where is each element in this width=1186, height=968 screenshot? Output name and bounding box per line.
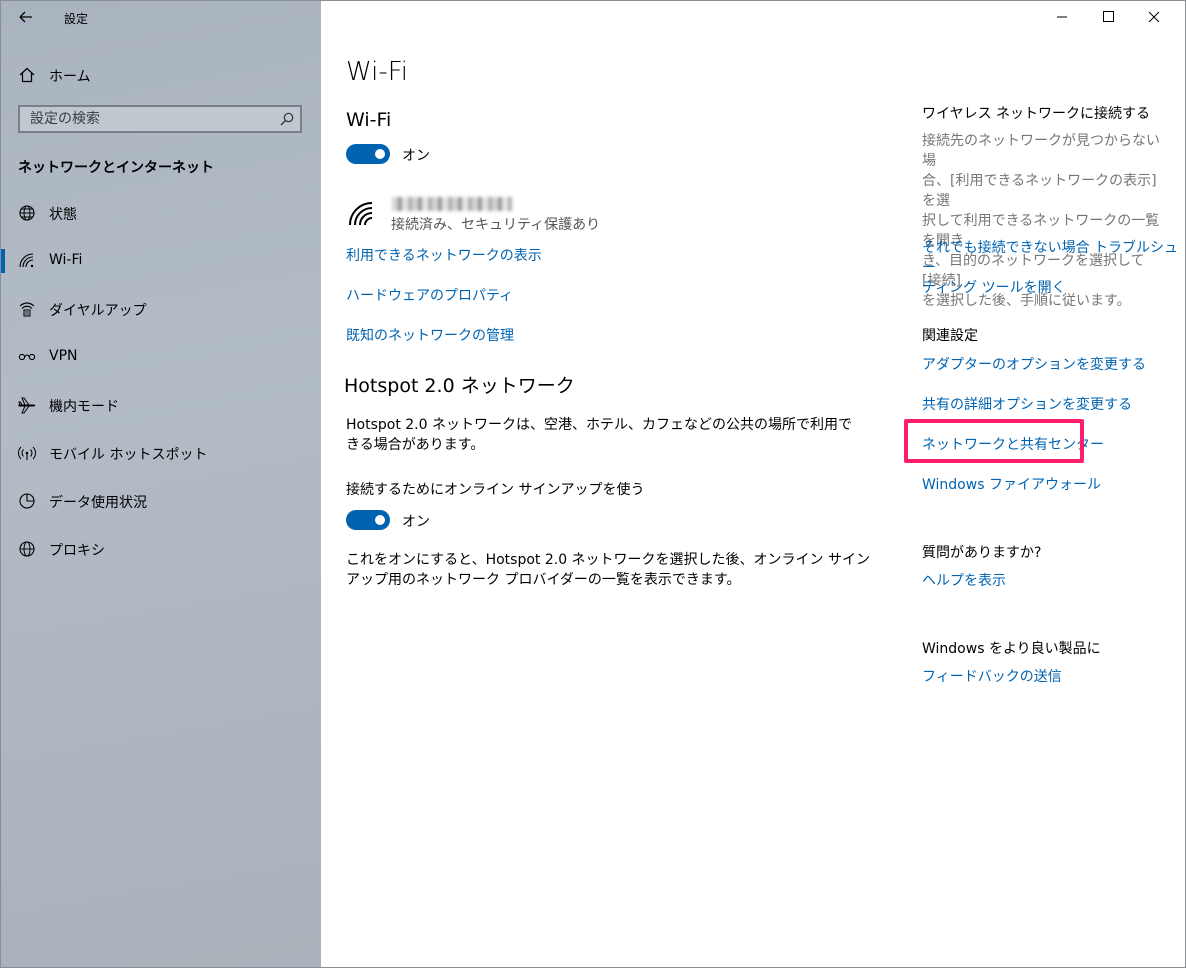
sidebar-item-airplane[interactable]: 機内モード: [1, 385, 321, 425]
back-arrow-icon: [19, 11, 32, 23]
sidebar-item-label: Wi-Fi: [49, 252, 83, 268]
search-icon[interactable]: [279, 111, 295, 127]
home-icon: [19, 67, 35, 83]
home-button[interactable]: ホーム: [1, 61, 321, 89]
search-box: [18, 105, 302, 133]
sidebar-section-title: ネットワークとインターネット: [18, 160, 214, 176]
connect-desc-line: 接続先のネットワークが見つからない場: [922, 133, 1160, 169]
network-name-redacted: [392, 197, 512, 211]
page-title: Wi-Fi: [346, 57, 409, 87]
sidebar-item-dialup[interactable]: ダイヤルアップ: [1, 289, 321, 329]
status-globe-icon: [19, 205, 35, 221]
wifi-toggle-label: オン: [402, 148, 430, 164]
windows-firewall-link[interactable]: Windows ファイアウォール: [922, 474, 1101, 494]
sidebar-item-mobile-hotspot[interactable]: モバイル ホットスポット: [1, 433, 321, 473]
wifi-icon: [19, 253, 34, 268]
sidebar-item-data-usage[interactable]: データ使用状況: [1, 481, 321, 521]
settings-search-input[interactable]: [20, 107, 280, 131]
sidebar-item-wifi[interactable]: Wi-Fi: [1, 241, 321, 281]
proxy-globe-icon: [19, 541, 35, 557]
hardware-properties-link[interactable]: ハードウェアのプロパティ: [346, 285, 513, 305]
highlight-box: [904, 419, 1084, 463]
wifi-section-title: Wi-Fi: [346, 109, 392, 131]
online-signup-toggle[interactable]: [346, 510, 390, 530]
questions-title: 質問がありますか?: [922, 545, 1042, 561]
sidebar: 設定 ホーム ネットワークとインターネット 状態: [1, 1, 321, 967]
give-feedback-link[interactable]: フィードバックの送信: [922, 666, 1062, 686]
data-usage-icon: [19, 493, 35, 509]
wifi-signal-icon: [349, 202, 373, 226]
hotspot-desc-line: きる場合があります。: [346, 437, 485, 453]
sidebar-item-vpn[interactable]: VPN: [1, 337, 321, 377]
network-status: 接続済み、セキュリティ保護あり: [391, 217, 601, 233]
hotspot-icon: [18, 446, 36, 460]
home-label: ホーム: [49, 69, 91, 85]
sidebar-item-label: プロキシ: [49, 543, 105, 559]
connect-desc-line: 合、[利用できるネットワークの表示] を選: [922, 173, 1157, 209]
main-content: Wi-Fi Wi-Fi オン 接続済み、セキュリティ保護あり 利用できるネットワ…: [321, 1, 1185, 967]
settings-window: 設定 ホーム ネットワークとインターネット 状態: [0, 0, 1186, 968]
hotspot-description: Hotspot 2.0 ネットワークは、空港、ホテル、カフェなどの公共の場所で利…: [346, 415, 852, 455]
signup-desc-line: アップ用のネットワーク プロバイダーの一覧を表示できます。: [346, 572, 741, 588]
sidebar-item-proxy[interactable]: プロキシ: [1, 529, 321, 569]
show-available-networks-link[interactable]: 利用できるネットワークの表示: [346, 245, 542, 265]
airplane-icon: [18, 397, 36, 414]
troubleshooter-link[interactable]: それでも接続できない場合 トラブルシュー ティング ツールを開く: [922, 238, 1185, 298]
connect-wireless-title: ワイヤレス ネットワークに接続する: [922, 106, 1151, 122]
hotspot-section-title: Hotspot 2.0 ネットワーク: [344, 375, 575, 397]
change-adapter-options-link[interactable]: アダプターのオプションを変更する: [922, 354, 1146, 374]
online-signup-toggle-label: オン: [402, 514, 430, 530]
advanced-sharing-options-link[interactable]: 共有の詳細オプションを変更する: [922, 394, 1132, 414]
sidebar-item-label: モバイル ホットスポット: [49, 447, 208, 463]
troubleshooter-link-line: それでも接続できない場合 トラブルシュー: [922, 240, 1179, 276]
online-signup-label: 接続するためにオンライン サインアップを使う: [346, 482, 645, 498]
related-settings-title: 関連設定: [922, 328, 978, 344]
dialup-icon: [19, 302, 35, 317]
make-windows-better-title: Windows をより良い製品に: [922, 641, 1101, 657]
sidebar-item-label: 機内モード: [49, 399, 119, 415]
manage-known-networks-link[interactable]: 既知のネットワークの管理: [346, 325, 514, 345]
sidebar-item-label: ダイヤルアップ: [49, 303, 147, 319]
title-bar-left: 設定: [1, 1, 321, 33]
back-button[interactable]: [11, 6, 39, 28]
wifi-toggle[interactable]: [346, 144, 390, 164]
sidebar-item-label: 状態: [49, 207, 77, 223]
vpn-icon: [18, 353, 36, 361]
online-signup-description: これをオンにすると、Hotspot 2.0 ネットワークを選択した後、オンライン…: [346, 550, 870, 590]
troubleshooter-link-line: ティング ツールを開く: [922, 280, 1066, 296]
sidebar-item-label: VPN: [49, 348, 78, 364]
sidebar-item-status[interactable]: 状態: [1, 193, 321, 233]
window-title: 設定: [64, 12, 89, 26]
hotspot-desc-line: Hotspot 2.0 ネットワークは、空港、ホテル、カフェなどの公共の場所で利…: [346, 417, 852, 433]
get-help-link[interactable]: ヘルプを表示: [922, 570, 1006, 590]
sidebar-item-label: データ使用状況: [49, 495, 147, 511]
signup-desc-line: これをオンにすると、Hotspot 2.0 ネットワークを選択した後、オンライン…: [346, 552, 871, 568]
